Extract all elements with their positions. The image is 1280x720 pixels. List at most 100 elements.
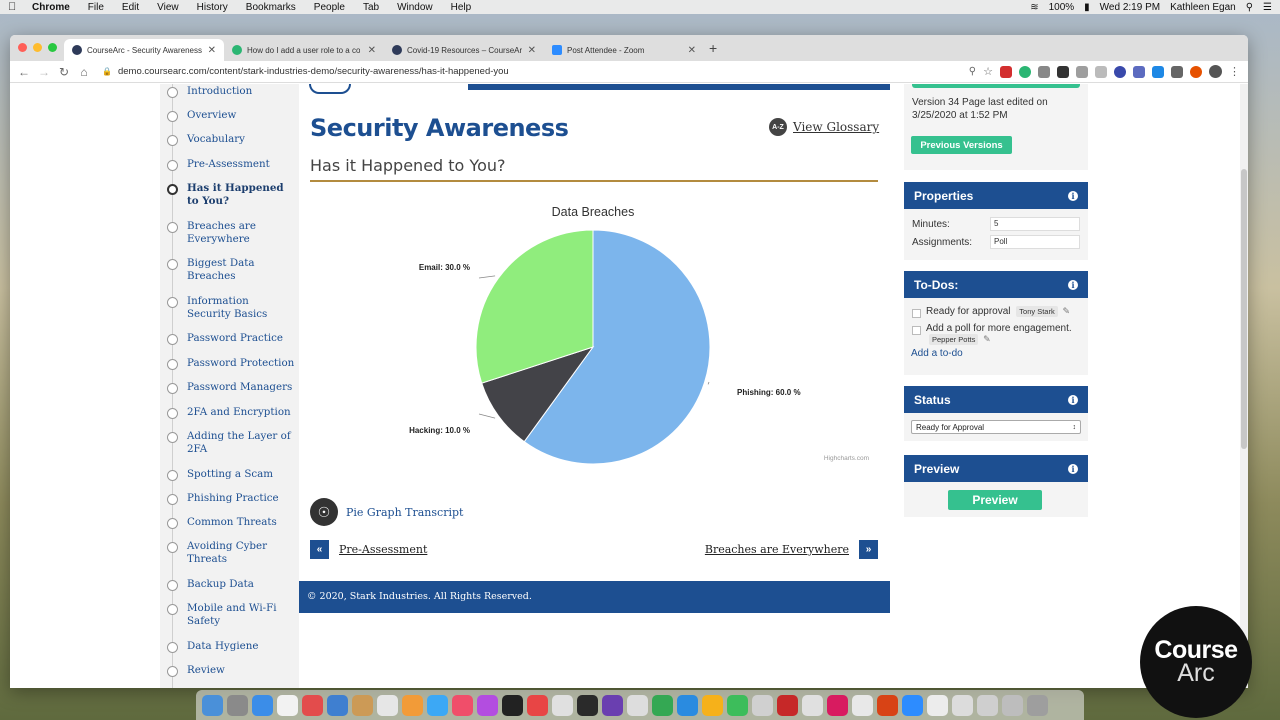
dock-app-icon[interactable] xyxy=(402,694,423,716)
menu-tab[interactable]: Tab xyxy=(363,2,379,13)
toc-label[interactable]: Password Protection xyxy=(187,357,295,370)
home-icon[interactable]: ⌂ xyxy=(74,65,94,79)
menubar-app-name[interactable]: Chrome xyxy=(32,2,70,13)
dock-app-icon[interactable] xyxy=(252,694,273,716)
dock-app-icon[interactable] xyxy=(427,694,448,716)
glossary-label[interactable]: View Glossary xyxy=(793,120,879,134)
dock-app-icon[interactable] xyxy=(502,694,523,716)
transcript-link[interactable]: Pie Graph Transcript xyxy=(346,506,463,519)
toc-label[interactable]: Overview xyxy=(187,109,295,122)
browser-tab-help[interactable]: How do I add a user role to a co ✕ xyxy=(224,39,384,61)
toc-label[interactable]: Password Managers xyxy=(187,381,295,394)
close-tab-icon[interactable]: ✕ xyxy=(368,45,376,56)
menu-people[interactable]: People xyxy=(314,2,345,13)
toc-label[interactable]: Common Threats xyxy=(187,516,295,529)
toc-label[interactable]: Review xyxy=(187,664,295,677)
view-glossary-link[interactable]: A-Z View Glossary xyxy=(769,118,879,136)
assignments-field[interactable]: Poll xyxy=(990,235,1080,249)
previous-versions-button[interactable]: Previous Versions xyxy=(911,136,1012,154)
info-icon[interactable]: i xyxy=(1068,394,1078,405)
browser-tab-covid[interactable]: Covid-19 Resources – CourseAr ✕ xyxy=(384,39,544,61)
previous-page-nav[interactable]: « Pre-Assessment xyxy=(310,540,427,559)
close-tab-icon[interactable]: ✕ xyxy=(528,45,536,56)
wifi-icon[interactable]: ≋ xyxy=(1030,2,1038,13)
lock-icon[interactable]: 🔒 xyxy=(102,67,112,76)
toc-label[interactable]: Introduction xyxy=(187,85,295,98)
extension-icon[interactable] xyxy=(1000,65,1012,78)
toc-label[interactable]: Avoiding Cyber Threats xyxy=(187,540,295,566)
dock-app-icon[interactable] xyxy=(327,694,348,716)
toc-label[interactable]: Has it Happened to You? xyxy=(187,182,295,208)
forward-icon[interactable]: → xyxy=(34,65,54,79)
chart-credit[interactable]: Highcharts.com xyxy=(824,455,869,462)
dock-app-icon[interactable] xyxy=(277,694,298,716)
toc-label[interactable]: Password Practice xyxy=(187,332,295,345)
dock-app-icon[interactable] xyxy=(527,694,548,716)
dock-app-icon[interactable] xyxy=(952,694,973,716)
chrome-menu-icon[interactable]: ⋮ xyxy=(1229,65,1240,78)
battery-icon[interactable]: ▮ xyxy=(1084,2,1090,13)
previous-page-link[interactable]: Pre-Assessment xyxy=(339,543,427,556)
dock-app-icon[interactable] xyxy=(752,694,773,716)
minimize-window-button[interactable] xyxy=(33,43,42,52)
previous-icon[interactable]: « xyxy=(310,540,329,559)
scrollbar-thumb[interactable] xyxy=(1241,169,1247,449)
dock-app-icon[interactable] xyxy=(652,694,673,716)
dock-app-icon[interactable] xyxy=(552,694,573,716)
toc-label[interactable]: 2FA and Encryption xyxy=(187,406,295,419)
extension-icon[interactable] xyxy=(1152,65,1164,78)
dock-app-icon[interactable] xyxy=(1027,694,1048,716)
toc-label[interactable]: Mobile and Wi-Fi Safety xyxy=(187,602,295,628)
menu-view[interactable]: View xyxy=(157,2,179,13)
dock-app-icon[interactable] xyxy=(802,694,823,716)
dock-app-icon[interactable] xyxy=(602,694,623,716)
status-select[interactable]: Ready for Approval ↕ xyxy=(911,420,1081,434)
toc-label[interactable]: Vocabulary xyxy=(187,133,295,146)
extension-icon[interactable] xyxy=(1114,65,1126,78)
dock-app-icon[interactable] xyxy=(227,694,248,716)
dock-app-icon[interactable] xyxy=(902,694,923,716)
extension-icon[interactable] xyxy=(1057,65,1069,78)
toc-label[interactable]: Breaches are Everywhere xyxy=(187,220,295,246)
dock-app-icon[interactable] xyxy=(202,694,223,716)
dock-app-icon[interactable] xyxy=(352,694,373,716)
pie-graph-transcript[interactable]: ☉ Pie Graph Transcript xyxy=(310,498,463,526)
menu-window[interactable]: Window xyxy=(397,2,433,13)
menu-file[interactable]: File xyxy=(88,2,104,13)
menu-help[interactable]: Help xyxy=(451,2,472,13)
dock-app-icon[interactable] xyxy=(827,694,848,716)
reload-icon[interactable]: ↻ xyxy=(54,65,74,79)
extension-icon[interactable] xyxy=(1038,65,1050,78)
extension-icon[interactable] xyxy=(1171,65,1183,78)
dock-app-icon[interactable] xyxy=(302,694,323,716)
todo-checkbox[interactable] xyxy=(912,326,921,335)
next-page-nav[interactable]: Breaches are Everywhere » xyxy=(705,540,878,559)
next-page-link[interactable]: Breaches are Everywhere xyxy=(705,543,849,556)
dock-app-icon[interactable] xyxy=(477,694,498,716)
page-scrollbar[interactable] xyxy=(1240,84,1248,688)
dock-app-icon[interactable] xyxy=(977,694,998,716)
eye-slash-icon[interactable]: ☉ xyxy=(310,498,338,526)
close-window-button[interactable] xyxy=(18,43,27,52)
minutes-field[interactable]: 5 xyxy=(990,217,1080,231)
toc-label[interactable]: Backup Data xyxy=(187,578,295,591)
extension-icon[interactable] xyxy=(1019,65,1031,78)
dock-app-icon[interactable] xyxy=(777,694,798,716)
add-todo-link[interactable]: Add a to-do xyxy=(904,348,1088,359)
dock-app-icon[interactable] xyxy=(927,694,948,716)
todo-checkbox[interactable] xyxy=(912,309,921,318)
notification-center-icon[interactable]: ☰ xyxy=(1263,2,1272,13)
menu-edit[interactable]: Edit xyxy=(122,2,139,13)
toc-label[interactable]: Phishing Practice xyxy=(187,492,295,505)
address-bar[interactable]: 🔒 demo.coursearc.com/content/stark-indus… xyxy=(102,66,509,77)
dock-app-icon[interactable] xyxy=(452,694,473,716)
toc-label[interactable]: Spotting a Scam xyxy=(187,468,295,481)
toc-label[interactable]: Information Security Basics xyxy=(187,295,295,321)
info-icon[interactable]: i xyxy=(1068,463,1078,474)
dock-app-icon[interactable] xyxy=(877,694,898,716)
new-tab-icon[interactable]: + xyxy=(709,40,717,56)
bookmark-star-icon[interactable]: ☆ xyxy=(983,65,993,78)
zoom-window-button[interactable] xyxy=(48,43,57,52)
menu-bookmarks[interactable]: Bookmarks xyxy=(246,2,296,13)
extension-icon[interactable] xyxy=(1095,65,1107,78)
